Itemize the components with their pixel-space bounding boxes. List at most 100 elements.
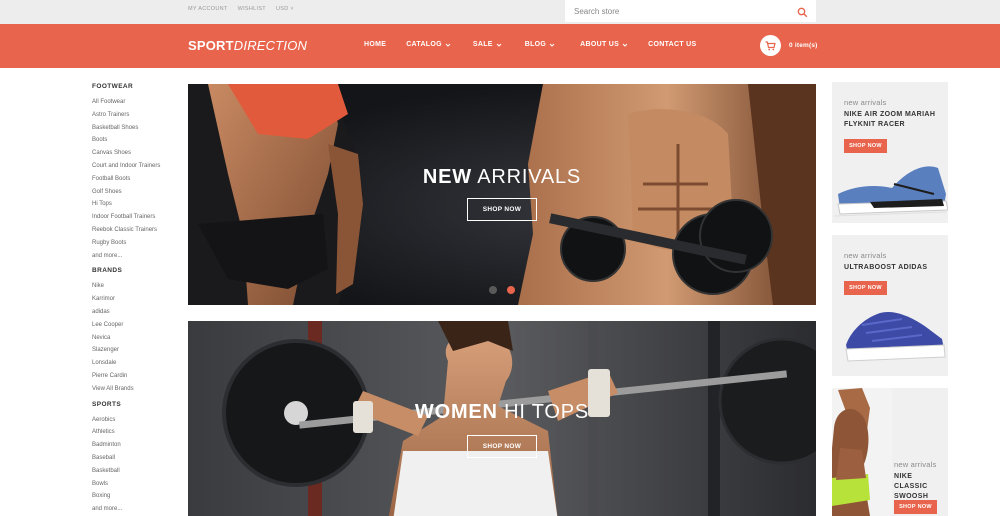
- nav-contact-us[interactable]: CONTACT US: [648, 41, 696, 48]
- nav-contact-us-label: CONTACT US: [648, 41, 697, 48]
- promo1-name-line2: FLYKNIT RACER: [844, 121, 905, 128]
- sidebar-item-golf-shoes[interactable]: Golf Shoes: [92, 186, 182, 199]
- hero1-title-bold: NEW: [422, 166, 472, 188]
- slider-dot-1[interactable]: [489, 286, 497, 294]
- hero1-shop-now-button[interactable]: SHOP NOW: [467, 198, 537, 221]
- sidebar-item-indoor-football[interactable]: Indoor Football Trainers: [92, 211, 182, 224]
- nav-blog[interactable]: BLOG: [525, 41, 555, 48]
- promo2-kicker: new arrivals: [844, 251, 887, 260]
- sidebar-item-basketball-shoes[interactable]: Basketball Shoes: [92, 122, 182, 135]
- sidebar-item-athletics[interactable]: Athletics: [92, 426, 182, 439]
- promo3-name-line1: NIKE CLASSIC: [894, 473, 928, 490]
- sidebar-item-karrimor[interactable]: Karrimor: [92, 293, 182, 306]
- footwear-group: FOOTWEAR All Footwear Astro Trainers Bas…: [92, 82, 182, 262]
- sidebar-item-canvas-shoes[interactable]: Canvas Shoes: [92, 147, 182, 160]
- sidebar-item-all-footwear[interactable]: All Footwear: [92, 96, 182, 109]
- hero-banner-new-arrivals[interactable]: NEW ARRIVALS SHOP NOW: [188, 84, 816, 305]
- sidebar-item-boxing[interactable]: Boxing: [92, 490, 182, 503]
- wishlist-link[interactable]: WISHLIST: [238, 6, 266, 12]
- sidebar-item-football-boots[interactable]: Football Boots: [92, 173, 182, 186]
- currency-label: USD: [275, 6, 289, 12]
- promo1-shop-now-button[interactable]: SHOP NOW: [844, 139, 887, 153]
- sidebar-item-footwear-more[interactable]: and more...: [92, 250, 182, 263]
- hero2-title: WOMEN HI TOPS: [188, 401, 816, 424]
- shopping-cart-icon: [760, 35, 781, 56]
- promo-card-nike-classic[interactable]: new arrivals NIKE CLASSIC SWOOSH COOLING…: [832, 388, 948, 516]
- main-header: SPORTDIRECTION HOME CATALOG SALE BLOG AB…: [0, 24, 1000, 68]
- promo2-name-line1: ULTRABOOST ADIDAS: [844, 264, 928, 271]
- nav-sale-label: SALE: [472, 41, 493, 48]
- site-logo[interactable]: SPORTDIRECTION: [188, 38, 307, 53]
- sidebar-item-adidas[interactable]: adidas: [92, 306, 182, 319]
- sidebar-item-rugby-boots[interactable]: Rugby Boots: [92, 237, 182, 250]
- sidebar-item-nike[interactable]: Nike: [92, 280, 182, 293]
- chevron-down-icon: [622, 43, 628, 47]
- logo-text-sport: SPORT: [188, 38, 234, 53]
- sidebar-item-slazenger[interactable]: Slazenger: [92, 344, 182, 357]
- adidas-sneaker-image: [845, 311, 946, 362]
- search-input[interactable]: [574, 5, 774, 17]
- sports-heading: SPORTS: [92, 400, 122, 408]
- nav-catalog-label: CATALOG: [406, 41, 442, 48]
- promo3-kicker: new arrivals: [894, 460, 937, 469]
- sidebar-item-badminton[interactable]: Badminton: [92, 439, 182, 452]
- sidebar-item-lee-cooper[interactable]: Lee Cooper: [92, 319, 182, 332]
- hero1-title-rest: ARRIVALS: [471, 166, 582, 188]
- promo2-shop-now-button[interactable]: SHOP NOW: [844, 281, 887, 295]
- my-account-link[interactable]: MY ACCOUNT: [188, 6, 228, 12]
- logo-text-direction: DIRECTION: [233, 38, 308, 53]
- promo1-name: NIKE AIR ZOOM MARIAH FLYKNIT RACER: [844, 110, 935, 130]
- promo2-name: ULTRABOOST ADIDAS: [844, 263, 927, 273]
- sidebar-item-view-all-brands[interactable]: View All Brands: [92, 383, 182, 396]
- sports-group: SPORTS Aerobics Athletics Badminton Base…: [92, 400, 182, 516]
- cart-count: 0 item(s): [789, 42, 818, 49]
- sidebar-item-boots[interactable]: Boots: [92, 134, 182, 147]
- sidebar-item-court-trainers[interactable]: Court and Indoor Trainers: [92, 160, 182, 173]
- hero2-title-bold: WOMEN: [414, 401, 498, 423]
- nike-sneaker-image: [834, 166, 948, 217]
- sidebar-item-lonsdale[interactable]: Lonsdale: [92, 357, 182, 370]
- sidebar-item-reebok-classic[interactable]: Reebok Classic Trainers: [92, 224, 182, 237]
- nav-catalog[interactable]: CATALOG: [406, 41, 451, 48]
- hero-fitness-image: [188, 84, 816, 305]
- brands-heading: BRANDS: [92, 267, 123, 275]
- promo-card-nike-air-zoom[interactable]: new arrivals NIKE AIR ZOOM MARIAH FLYKNI…: [832, 82, 948, 223]
- sidebar-item-bowls[interactable]: Bowls: [92, 478, 182, 491]
- hero2-shop-now-button[interactable]: SHOP NOW: [467, 435, 537, 458]
- cart-button[interactable]: 0 item(s): [760, 35, 818, 56]
- nav-home[interactable]: HOME: [364, 41, 386, 48]
- promo1-name-line1: NIKE AIR ZOOM MARIAH: [844, 111, 936, 118]
- slider-dot-2-active[interactable]: [507, 286, 515, 294]
- hero-banner-women-hi-tops[interactable]: WOMEN HI TOPS SHOP NOW: [188, 321, 816, 516]
- footwear-heading: FOOTWEAR: [92, 83, 134, 90]
- main-nav: HOME CATALOG SALE BLOG ABOUT US CONTACT …: [364, 41, 697, 48]
- search-box: [565, 0, 816, 22]
- sidebar-item-aerobics[interactable]: Aerobics: [92, 414, 182, 427]
- top-utility-bar: MY ACCOUNT WISHLIST USD ˅: [0, 0, 1000, 24]
- sidebar-item-basketball[interactable]: Basketball: [92, 465, 182, 478]
- brands-group: BRANDS Nike Karrimor adidas Lee Cooper N…: [92, 266, 182, 395]
- category-sidebar: FOOTWEAR All Footwear Astro Trainers Bas…: [92, 82, 182, 516]
- nav-sale[interactable]: SALE: [473, 41, 502, 48]
- sidebar-item-hi-tops[interactable]: Hi Tops: [92, 198, 182, 211]
- promo3-shop-now-button[interactable]: SHOP NOW: [894, 500, 937, 514]
- nav-about-us[interactable]: ABOUT US: [580, 41, 628, 48]
- hero1-title: NEW ARRIVALS: [188, 166, 816, 189]
- sidebar-item-astro-trainers[interactable]: Astro Trainers: [92, 109, 182, 122]
- chevron-down-icon: [549, 43, 555, 47]
- search-icon[interactable]: [797, 5, 808, 18]
- sidebar-item-sports-more[interactable]: and more...: [92, 503, 182, 516]
- slider-dots: [489, 286, 515, 294]
- account-links: MY ACCOUNT WISHLIST USD ˅: [188, 6, 294, 12]
- athlete-woman-image: [832, 388, 892, 516]
- sidebar-item-baseball[interactable]: Baseball: [92, 452, 182, 465]
- promo-card-ultraboost[interactable]: new arrivals ULTRABOOST ADIDAS SHOP NOW: [832, 235, 948, 376]
- sidebar-item-pierre-cardin[interactable]: Pierre Cardin: [92, 370, 182, 383]
- chevron-down-icon: [445, 43, 451, 47]
- sidebar-item-nevica[interactable]: Nevica: [92, 332, 182, 345]
- currency-selector[interactable]: USD ˅: [276, 6, 294, 12]
- nav-blog-label: BLOG: [524, 41, 547, 48]
- promo1-kicker: new arrivals: [844, 98, 887, 107]
- hero2-title-rest: HI TOPS: [497, 401, 590, 423]
- nav-home-label: HOME: [364, 41, 387, 48]
